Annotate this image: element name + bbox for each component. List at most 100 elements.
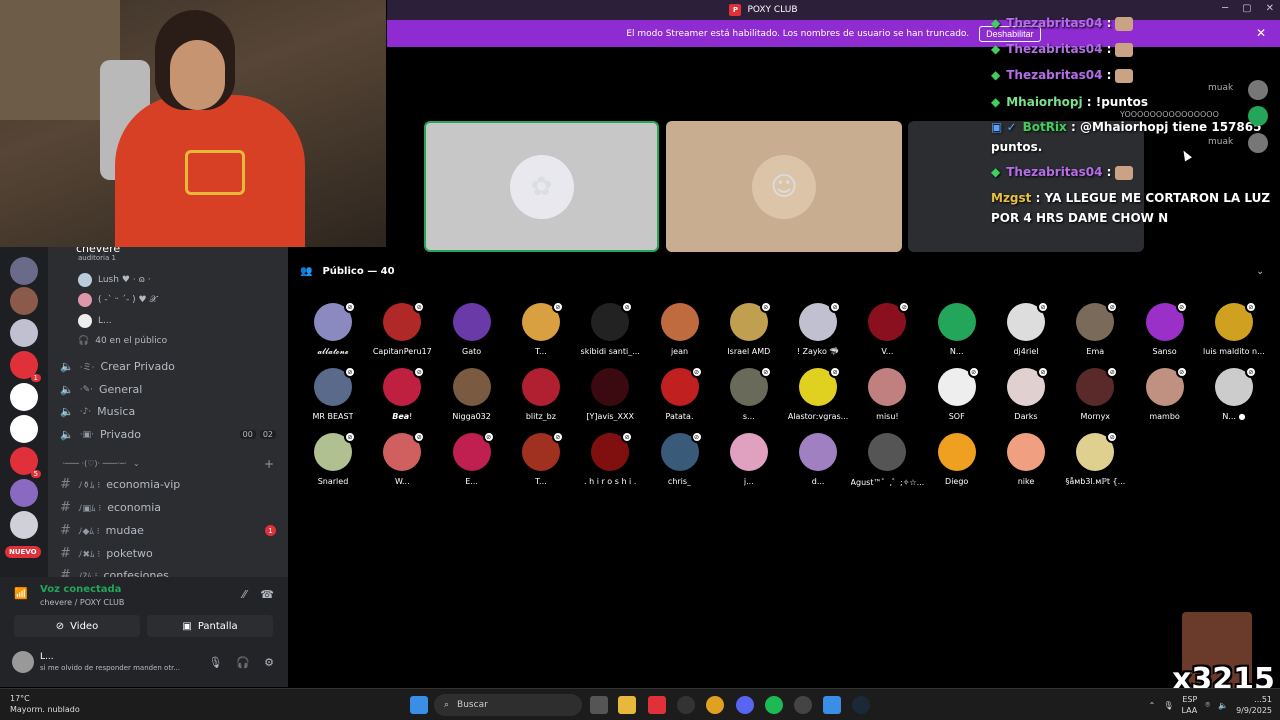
text-channel-economia[interactable]: # ﾉ▣ﾑ ⁝ economia <box>60 500 161 515</box>
network-icon[interactable]: ⌾ <box>1205 700 1210 710</box>
audience-member[interactable]: Agust™゛,゛;✧☆... <box>847 433 927 488</box>
audience-header[interactable]: 👥 Público — 40 <box>300 266 395 277</box>
audience-member[interactable]: ⊘ dj4riel <box>986 301 1066 356</box>
chevron-down-icon[interactable]: ⌄ <box>1256 266 1264 277</box>
audience-member[interactable]: ⊘ chris_ <box>640 431 720 486</box>
audience-member[interactable]: ⊘ Darks <box>986 366 1066 421</box>
audience-member[interactable]: ⊘ Ema <box>1055 301 1135 356</box>
server-icon[interactable] <box>10 257 38 285</box>
audience-member[interactable]: ⊘ mambo <box>1125 366 1205 421</box>
audience-member[interactable]: ⊘ Israel AMD <box>709 301 789 356</box>
audience-member[interactable]: ⊘ W... <box>362 431 442 486</box>
member-avatar: ⊘ <box>314 366 356 406</box>
stage-tile[interactable]: ☺ <box>666 121 902 252</box>
start-icon[interactable] <box>410 696 428 714</box>
chrome-icon[interactable] <box>706 696 724 714</box>
audience-member[interactable]: ⊘ MR BEAST <box>293 366 373 421</box>
voice-channel-privado[interactable]: 🔈 ·▣· Privado <box>60 428 141 441</box>
add-channel-icon[interactable]: + <box>264 457 274 471</box>
audience-member[interactable]: blitz_bz <box>501 368 581 421</box>
audience-member[interactable]: j... <box>709 433 789 486</box>
mic-tray-icon[interactable]: 🎙 <box>1163 701 1173 710</box>
text-channel-economia-vip[interactable]: # ﾉ⚱ﾑ ⁝ economia-vip <box>60 477 180 492</box>
audience-member[interactable]: ⊘ CapitanPeru17 <box>362 301 442 356</box>
clock[interactable]: ...51 9/9/2025 <box>1236 694 1272 716</box>
audience-member[interactable]: [Y]avis_XXX <box>570 368 650 421</box>
weather-temp: 17°C <box>10 694 30 703</box>
audience-member[interactable]: ⊘ Patata. <box>640 366 720 421</box>
audience-member[interactable]: N... <box>917 303 997 356</box>
audience-member[interactable]: ⊘ skibidi santi_... <box>570 301 650 356</box>
steam-icon[interactable] <box>852 696 870 714</box>
audience-member[interactable]: ⊘ §åмb3l.мℙ𝗍 {... <box>1055 431 1135 486</box>
server-icon[interactable] <box>10 511 38 539</box>
text-channel-mudae[interactable]: # ﾉ◆ﾑ ⁝ mudae <box>60 523 144 538</box>
volume-icon[interactable]: 🔈 <box>1218 701 1228 710</box>
audience-member[interactable]: ⊘ T... <box>501 301 581 356</box>
disconnect-icon[interactable]: ☎ <box>260 588 274 601</box>
spotify-icon[interactable] <box>765 696 783 714</box>
audience-member[interactable]: Nigga032 <box>432 368 512 421</box>
audience-member[interactable]: nike <box>986 433 1066 486</box>
category-header[interactable]: ·─── ·(♡)· ───·─· ⌄ <box>62 459 140 468</box>
app-icon[interactable] <box>648 696 666 714</box>
noise-suppression-icon[interactable]: ⁄⁄ <box>243 588 247 601</box>
audience-member[interactable]: ⊘ N... ● <box>1194 366 1274 421</box>
gear-icon[interactable]: ⚙ <box>264 656 274 669</box>
language-indicator[interactable]: ESP LAA <box>1181 694 1197 716</box>
audience-member[interactable]: ⊘ s... <box>709 366 789 421</box>
server-icon[interactable] <box>10 383 38 411</box>
video-button[interactable]: ⊘ Video <box>14 615 140 637</box>
audience-member[interactable]: jean <box>640 303 720 356</box>
member-avatar: ⊘ <box>314 301 356 341</box>
stage-tile-speaking[interactable]: ✿ <box>424 121 659 252</box>
audience-member[interactable]: ⊘ Alastor:vgras... <box>778 366 858 421</box>
text-channel-confesiones[interactable]: # ﾉ?ﾑ ⁝ confesiones <box>60 568 169 577</box>
voice-channel-musica[interactable]: 🔈 ·♪· Musica <box>60 405 135 418</box>
server-icon[interactable] <box>10 415 38 443</box>
microphone-icon[interactable]: 🎙 <box>208 656 222 669</box>
audience-member[interactable]: Gato <box>432 303 512 356</box>
signal-icon[interactable]: 📶 <box>14 587 28 601</box>
audience-member[interactable]: ⊘ luis maldito n... <box>1194 301 1274 356</box>
audience-member[interactable]: ⊘ E... <box>432 431 512 486</box>
user-avatar[interactable] <box>12 651 34 673</box>
voice-user[interactable]: ( -ˋ ᵕ ˊ- ) ♥ 𝒳 <box>78 293 157 307</box>
audience-member[interactable]: d... <box>778 433 858 486</box>
app-icon[interactable] <box>677 696 695 714</box>
voice-channel-general[interactable]: 🔈 ·✎· General <box>60 383 142 396</box>
audience-member[interactable]: ⊘ Sanso <box>1125 301 1205 356</box>
audience-member[interactable]: Diego <box>917 433 997 486</box>
voice-location[interactable]: chevere / POXY CLUB <box>40 598 124 607</box>
server-icon[interactable] <box>10 479 38 507</box>
screen-share-button[interactable]: ▣ Pantalla <box>147 615 273 637</box>
audience-member[interactable]: ⊘ V... <box>847 301 927 356</box>
server-icon[interactable]: 5 <box>10 447 41 478</box>
server-icon[interactable] <box>10 287 38 315</box>
audience-member[interactable]: ⊘ Snarled <box>293 431 373 486</box>
headphones-icon[interactable]: 🎧 <box>236 656 250 669</box>
server-icon[interactable]: 1 <box>10 351 41 382</box>
voice-channel-crear-privado[interactable]: 🔈 ·ミ· Crear Privado <box>60 360 175 373</box>
muted-mic-icon: ⊘ <box>1175 301 1188 313</box>
weather-widget[interactable]: 17°C Mayorm. nublado <box>10 693 80 715</box>
audience-member[interactable]: misu! <box>847 368 927 421</box>
server-icon[interactable] <box>10 319 38 347</box>
task-view-icon[interactable] <box>590 696 608 714</box>
taskbar-search[interactable]: ⌕ Buscar <box>434 694 582 716</box>
app-icon[interactable] <box>823 696 841 714</box>
chevron-up-icon[interactable]: ⌃ <box>1149 701 1156 710</box>
audience-member[interactable]: ⊘ T... <box>501 431 581 486</box>
audience-member[interactable]: ⊘ SOF <box>917 366 997 421</box>
text-channel-poketwo[interactable]: # ﾉ✖ﾑ ⁝ poketwo <box>60 546 153 561</box>
audience-member[interactable]: ⊘ 𝘽𝙚𝙖! <box>362 366 442 421</box>
audience-member[interactable]: ⊘ 𝓪𝓵𝓵𝓪𝓽𝓸𝓷𝓮 <box>293 301 373 357</box>
discord-icon[interactable] <box>736 696 754 714</box>
audience-member[interactable]: ⊘ Mornyx <box>1055 366 1135 421</box>
audience-member[interactable]: ⊘ ! Zayko 🦈 <box>778 301 858 356</box>
file-explorer-icon[interactable] <box>618 696 636 714</box>
audience-member[interactable]: ⊘ . h i r o s h i . <box>570 431 650 486</box>
voice-user[interactable]: L... <box>78 314 112 328</box>
obs-icon[interactable] <box>794 696 812 714</box>
voice-user[interactable]: Lush ♥ · ɷ · <box>78 273 151 287</box>
